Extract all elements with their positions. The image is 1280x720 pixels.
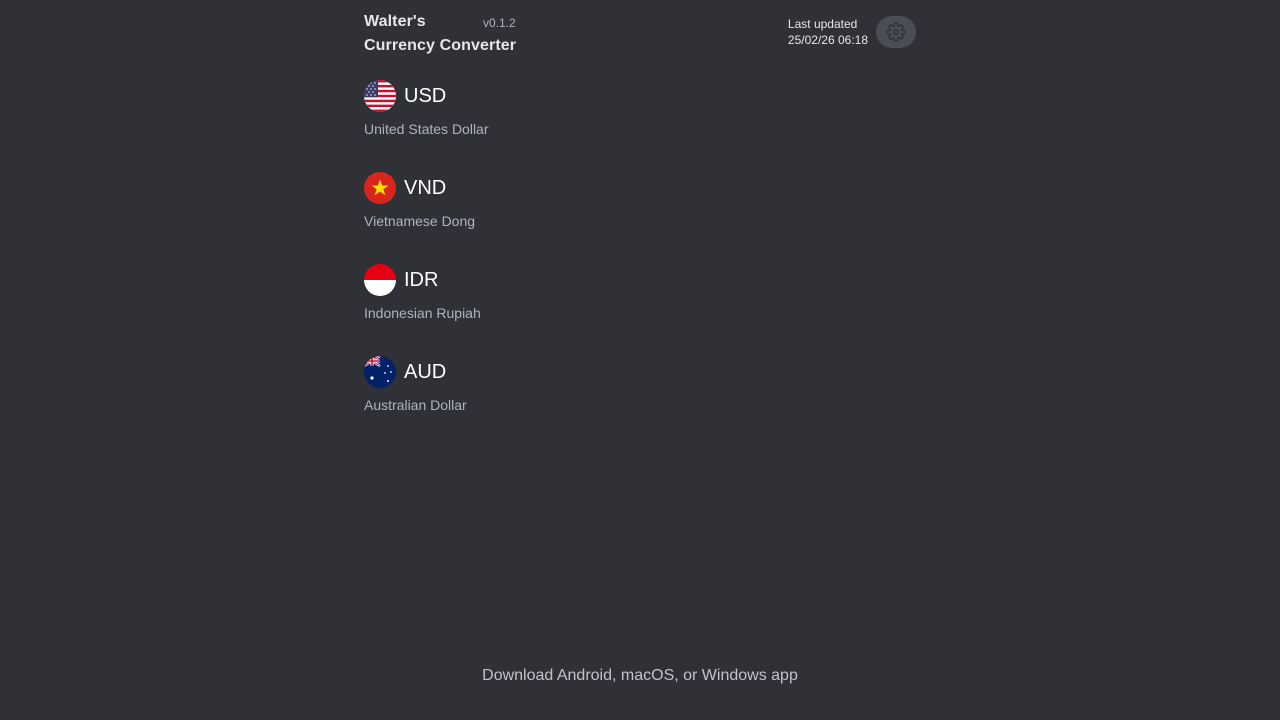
currency-name: Vietnamese Dong: [364, 213, 476, 229]
currency-item-vnd[interactable]: VND Vietnamese Dong: [364, 172, 916, 264]
footer: Download Android, macOS, or Windows app: [0, 664, 1280, 688]
currency-name: United States Dollar: [364, 121, 489, 137]
currency-item-aud[interactable]: AUD Australian Dollar: [364, 356, 916, 448]
currency-code: USD: [404, 85, 447, 107]
currency-name: Australian Dollar: [364, 397, 467, 413]
currency-code: VND: [404, 177, 447, 199]
id-flag-icon: [364, 264, 396, 296]
version-label: v0.1.2: [483, 16, 516, 30]
currency-item-idr[interactable]: IDR Indonesian Rupiah: [364, 264, 916, 356]
app-title-line2: Currency Converter: [364, 37, 517, 54]
download-app-link[interactable]: Download Android, macOS, or Windows app: [482, 667, 798, 684]
last-updated-value: 25/02/26 06:18: [787, 33, 868, 47]
currency-row: IDR: [364, 264, 916, 296]
app-root: Walter's Currency Converter v0.1.2 Last …: [0, 0, 1280, 720]
header: Walter's Currency Converter v0.1.2 Last …: [364, 10, 916, 60]
au-flag-icon: [364, 356, 396, 388]
gear-icon: [886, 22, 906, 42]
us-flag-icon: [364, 80, 396, 112]
last-updated: Last updated 25/02/26 06:18: [788, 16, 868, 48]
currency-row: USD: [364, 80, 916, 112]
currency-row: AUD: [364, 356, 916, 388]
currency-list: USD United States Dollar VND Vietnamese …: [364, 80, 916, 448]
currency-code: IDR: [404, 269, 439, 291]
currency-code: AUD: [404, 361, 447, 383]
currency-row: VND: [364, 172, 916, 204]
vn-flag-icon: [364, 172, 396, 204]
settings-button[interactable]: [876, 16, 916, 48]
currency-name: Indonesian Rupiah: [364, 305, 481, 321]
currency-item-usd[interactable]: USD United States Dollar: [364, 80, 916, 172]
last-updated-label: Last updated: [787, 17, 858, 31]
